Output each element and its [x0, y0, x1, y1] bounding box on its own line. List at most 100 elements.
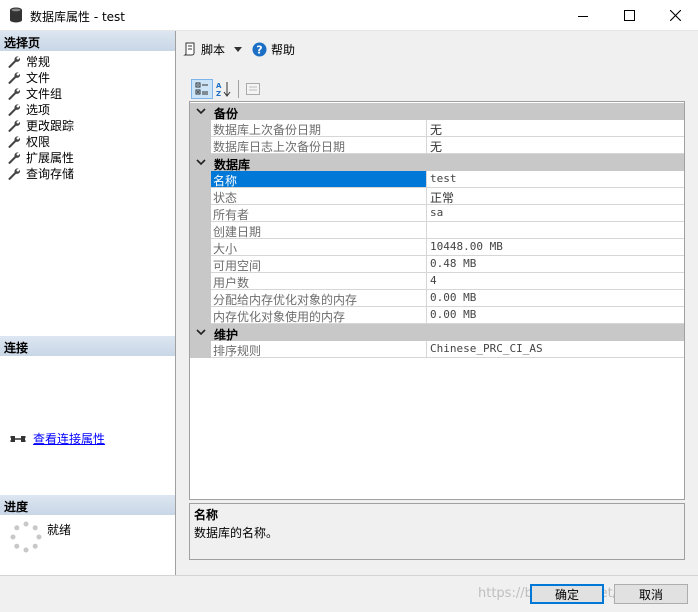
- script-button[interactable]: 脚本: [183, 41, 243, 58]
- property-pages-button[interactable]: [242, 79, 264, 99]
- sort-alphabetical-icon: A Z: [216, 82, 231, 97]
- view-connection-properties: 查看连接属性: [10, 430, 105, 447]
- nav-item[interactable]: 常规: [7, 53, 50, 69]
- property-value[interactable]: 4: [430, 273, 437, 289]
- property-name[interactable]: 名称: [211, 171, 427, 187]
- nav-item[interactable]: 文件: [7, 69, 50, 85]
- property-value[interactable]: Chinese_PRC_CI_AS: [430, 341, 543, 357]
- minimize-button[interactable]: [560, 0, 606, 31]
- property-row[interactable]: 数据库上次备份日期无: [211, 120, 684, 137]
- property-name[interactable]: 排序规则: [211, 341, 427, 357]
- property-grid-toolbar: A Z: [191, 79, 264, 99]
- property-grid: 备份 数据库上次备份日期无数据库日志上次备份日期无数据库 名称 test 状态 正常 所有者…: [189, 101, 685, 500]
- progress-header: 进度: [0, 495, 175, 515]
- connection-plug-icon: [10, 435, 26, 442]
- nav-item-label: 常规: [26, 54, 51, 69]
- category-row[interactable]: 备份: [190, 103, 684, 121]
- wrench-icon: [8, 103, 20, 116]
- maximize-button[interactable]: [606, 0, 652, 31]
- property-value[interactable]: 0.48 MB: [430, 256, 476, 272]
- svg-text:Z: Z: [216, 90, 221, 97]
- property-value[interactable]: test: [430, 171, 457, 187]
- property-row[interactable]: 数据库日志上次备份日期无: [211, 137, 684, 154]
- category-gutter: [190, 120, 211, 154]
- wrench-icon: [8, 87, 20, 100]
- property-row[interactable]: 创建日期: [211, 222, 684, 239]
- cancel-button[interactable]: 取消: [614, 584, 688, 604]
- wrench-icon: [8, 151, 20, 164]
- property-row[interactable]: 用户数 4: [211, 273, 684, 290]
- toolbar: 脚本 ? 帮助: [183, 39, 295, 59]
- nav-item[interactable]: 更改跟踪: [7, 117, 74, 133]
- script-icon: [183, 42, 195, 56]
- property-value[interactable]: 10448.00 MB: [430, 239, 503, 255]
- description-panel: 名称 数据库的名称。: [189, 503, 685, 560]
- dropdown-arrow-icon[interactable]: [234, 46, 243, 52]
- property-value[interactable]: 0.00 MB: [430, 307, 476, 323]
- property-row[interactable]: 所有者 sa: [211, 205, 684, 222]
- progress-spinner-icon: [10, 521, 42, 553]
- property-row[interactable]: 状态 正常: [211, 188, 684, 205]
- close-button[interactable]: [652, 0, 698, 31]
- wrench-icon: [8, 55, 20, 68]
- svg-text:A: A: [216, 82, 222, 90]
- property-value[interactable]: 无: [430, 137, 442, 154]
- property-value[interactable]: 正常: [430, 188, 454, 205]
- property-row[interactable]: 排序规则 Chinese_PRC_CI_AS: [211, 341, 684, 358]
- window-title: 数据库属性 - test: [30, 10, 126, 24]
- select-page-header: 选择页: [0, 31, 175, 51]
- help-icon: ?: [252, 42, 267, 56]
- view-connection-link[interactable]: 查看连接属性: [33, 430, 105, 447]
- property-name[interactable]: 分配给内存优化对象的内存: [211, 290, 427, 306]
- ok-button[interactable]: 确定: [530, 584, 604, 604]
- title-bar: 数据库属性 - test: [0, 0, 698, 31]
- wrench-icon: [8, 135, 20, 148]
- property-name[interactable]: 可用空间: [211, 256, 427, 272]
- property-row[interactable]: 可用空间 0.48 MB: [211, 256, 684, 273]
- nav-item-label: 查询存储: [26, 166, 75, 181]
- nav-item-label: 更改跟踪: [26, 118, 75, 133]
- left-pane: 选择页 常规 文件 文件组 选项 更改跟踪 权限 扩展属性 查询存储 连接 查看连接属性 进度…: [0, 31, 176, 575]
- progress-status: 就绪: [47, 523, 72, 537]
- property-value[interactable]: 0.00 MB: [430, 290, 476, 306]
- property-name[interactable]: 用户数: [211, 273, 427, 289]
- description-text: 数据库的名称。: [194, 526, 279, 540]
- property-name[interactable]: 所有者: [211, 205, 427, 221]
- nav-item[interactable]: 权限: [7, 133, 50, 149]
- nav-item-label: 文件组: [26, 86, 63, 101]
- property-name[interactable]: 创建日期: [211, 222, 427, 238]
- bottom-divider: [0, 575, 698, 576]
- property-value[interactable]: sa: [430, 205, 443, 221]
- nav-item[interactable]: 查询存储: [7, 165, 74, 181]
- category-gutter: [190, 171, 211, 324]
- nav-item-label: 文件: [26, 70, 51, 85]
- chevron-down-icon[interactable]: [196, 157, 206, 167]
- help-button[interactable]: ? 帮助: [252, 41, 295, 58]
- property-row[interactable]: 名称 test: [211, 171, 684, 188]
- property-row[interactable]: 内存优化对象使用的内存 0.00 MB: [211, 307, 684, 324]
- property-value[interactable]: 无: [430, 120, 442, 137]
- category-gutter: [190, 341, 211, 358]
- nav-item-label: 扩展属性: [26, 150, 75, 165]
- category-row[interactable]: 维护: [190, 324, 684, 342]
- chevron-down-icon[interactable]: [196, 327, 206, 337]
- property-name[interactable]: 内存优化对象使用的内存: [211, 307, 427, 323]
- property-row[interactable]: 大小 10448.00 MB: [211, 239, 684, 256]
- alphabetical-button[interactable]: A Z: [213, 79, 235, 99]
- property-name[interactable]: 数据库日志上次备份日期: [211, 137, 427, 153]
- wrench-icon: [8, 71, 20, 84]
- nav-item[interactable]: 扩展属性: [7, 149, 74, 165]
- property-name[interactable]: 数据库上次备份日期: [211, 120, 427, 136]
- nav-item[interactable]: 文件组: [7, 85, 62, 101]
- chevron-down-icon[interactable]: [196, 106, 206, 116]
- property-name[interactable]: 大小: [211, 239, 427, 255]
- property-row[interactable]: 分配给内存优化对象的内存 0.00 MB: [211, 290, 684, 307]
- property-name[interactable]: 状态: [211, 188, 427, 204]
- wrench-icon: [8, 119, 20, 132]
- categorized-icon: [195, 82, 208, 95]
- categorized-button[interactable]: [191, 79, 213, 99]
- category-row[interactable]: 数据库: [190, 154, 684, 172]
- toolbar-divider: [238, 80, 239, 98]
- nav-item[interactable]: 选项: [7, 101, 50, 117]
- property-pages-icon: [246, 83, 260, 95]
